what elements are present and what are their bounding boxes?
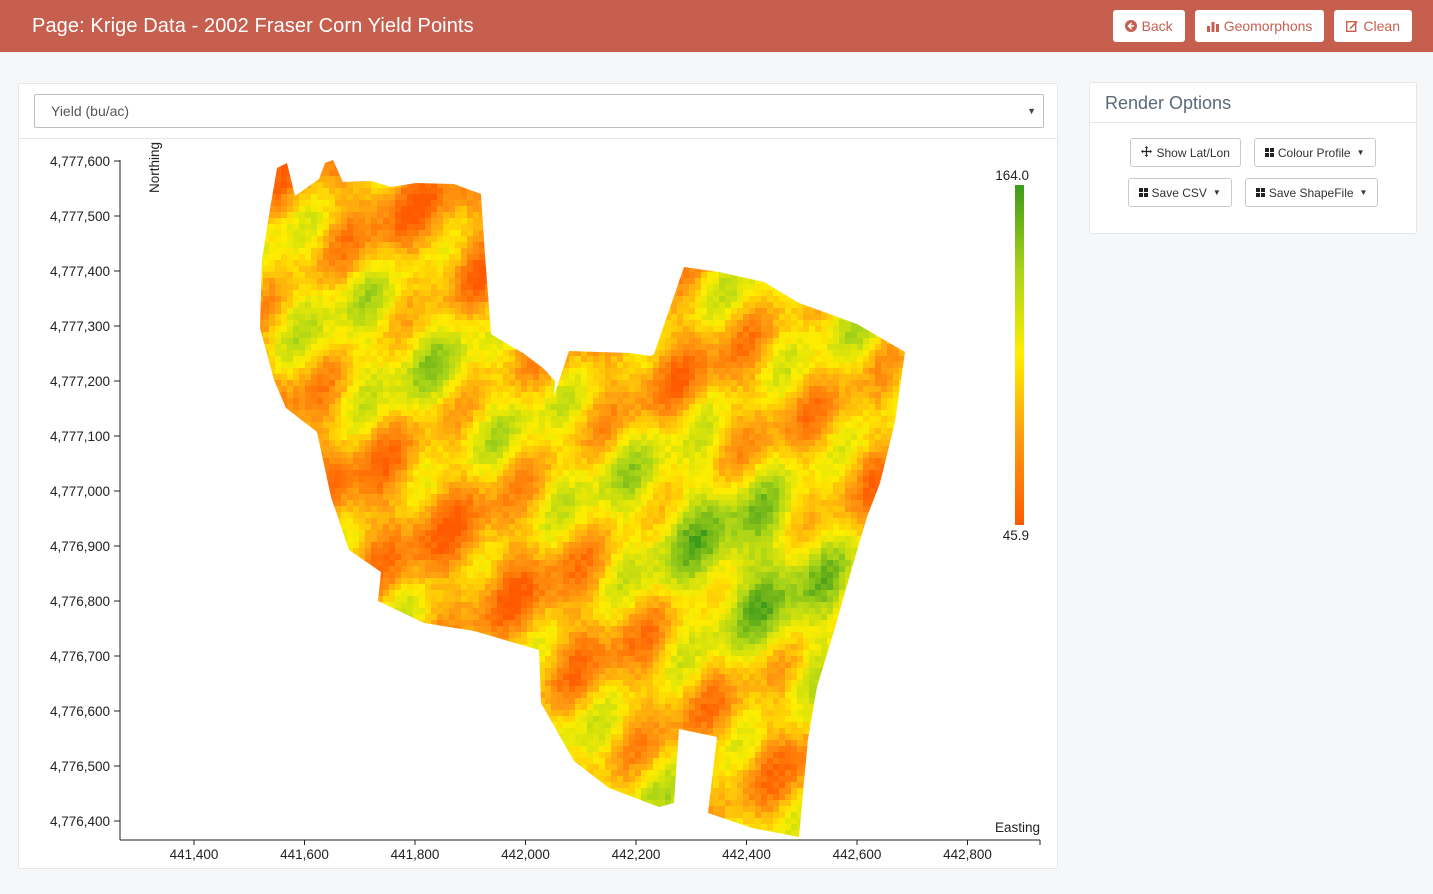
y-tick-label: 4,776,900 (50, 539, 110, 554)
grid-icon (1255, 188, 1265, 197)
x-tick-label: 441,800 (391, 847, 440, 862)
x-tick-label: 441,600 (280, 847, 329, 862)
y-tick-label: 4,777,600 (50, 154, 110, 169)
render-options-body: Show Lat/Lon Colour Profile ▼ Save CSV ▼… (1090, 123, 1416, 207)
yield-cells (260, 160, 905, 837)
layer-select-value: Yield (bu/ac) (51, 103, 130, 119)
legend-min: 45.9 (1003, 528, 1029, 543)
y-tick-label: 4,777,200 (50, 374, 110, 389)
caret-down-icon: ▼ (1027, 106, 1036, 116)
legend-max: 164.0 (995, 168, 1029, 183)
bar-chart-icon (1206, 20, 1219, 32)
x-tick-label: 442,600 (833, 847, 882, 862)
show-latlon-label: Show Lat/Lon (1156, 145, 1230, 160)
legend-bar (1015, 185, 1024, 525)
render-options-row-1: Show Lat/Lon Colour Profile ▼ (1090, 138, 1416, 167)
edit-icon (1346, 20, 1359, 32)
clean-button[interactable]: Clean (1334, 10, 1412, 42)
clean-button-label: Clean (1363, 18, 1400, 34)
x-tick-label: 442,000 (501, 847, 550, 862)
y-tick-label: 4,776,600 (50, 704, 110, 719)
x-axis-label: Easting (995, 820, 1040, 835)
save-csv-label: Save CSV (1151, 185, 1207, 200)
top-actions: Back Geomorphons Clean (1112, 10, 1412, 42)
y-tick-label: 4,777,100 (50, 429, 110, 444)
yield-map-plot[interactable]: 4,777,600 4,777,500 4,777,400 4,777,300 4,77… (19, 140, 1059, 868)
back-button[interactable]: Back (1112, 10, 1185, 42)
y-tick-label: 4,776,700 (50, 649, 110, 664)
colour-profile-label: Colour Profile (1277, 145, 1351, 160)
save-shapefile-button[interactable]: Save ShapeFile ▼ (1244, 178, 1379, 207)
y-tick-label: 4,776,400 (50, 814, 110, 829)
render-options-row-2: Save CSV ▼ Save ShapeFile ▼ (1090, 178, 1416, 207)
colour-profile-button[interactable]: Colour Profile ▼ (1253, 138, 1376, 167)
show-latlon-button[interactable]: Show Lat/Lon (1130, 138, 1241, 167)
y-tick-label: 4,776,800 (50, 594, 110, 609)
y-tick-label: 4,777,400 (50, 264, 110, 279)
render-options-title: Render Options (1090, 83, 1416, 123)
grid-icon (1264, 148, 1274, 157)
x-tick-label: 442,400 (722, 847, 771, 862)
y-axis-label: Northing (147, 142, 162, 193)
page-title: Page: Krige Data - 2002 Fraser Corn Yiel… (32, 14, 474, 37)
y-tick-label: 4,777,300 (50, 319, 110, 334)
grid-icon (1138, 188, 1148, 197)
color-legend: 164.0 45.9 (995, 168, 1029, 543)
layer-select[interactable]: Yield (bu/ac) ▼ (34, 94, 1044, 128)
top-bar: Page: Krige Data - 2002 Fraser Corn Yiel… (0, 0, 1433, 52)
y-tick-label: 4,776,500 (50, 759, 110, 774)
x-tick-label: 442,800 (943, 847, 992, 862)
caret-down-icon: ▼ (1212, 188, 1221, 197)
yield-map-svg[interactable]: 4,777,600 4,777,500 4,777,400 4,777,300 4,77… (19, 140, 1059, 868)
arrow-circle-left-icon (1124, 20, 1137, 32)
map-panel-header: Yield (bu/ac) ▼ (19, 84, 1057, 139)
save-shapefile-label: Save ShapeFile (1268, 185, 1354, 200)
save-csv-button[interactable]: Save CSV ▼ (1127, 178, 1232, 207)
y-tick-label: 4,777,500 (50, 209, 110, 224)
render-options-panel: Render Options Show Lat/Lon Colour Profi… (1089, 82, 1417, 234)
back-button-label: Back (1141, 18, 1173, 34)
yield-raster (260, 160, 905, 837)
x-tick-label: 442,200 (612, 847, 661, 862)
geomorphons-button[interactable]: Geomorphons (1194, 10, 1325, 42)
caret-down-icon: ▼ (1359, 188, 1368, 197)
arrows-icon (1141, 145, 1153, 160)
caret-down-icon: ▼ (1356, 148, 1365, 157)
map-panel: Yield (bu/ac) ▼ 4,777,600 4,777,500 4,777,… (18, 83, 1058, 869)
y-tick-label: 4,777,000 (50, 484, 110, 499)
x-tick-label: 441,400 (170, 847, 219, 862)
geomorphons-button-label: Geomorphons (1223, 18, 1313, 34)
